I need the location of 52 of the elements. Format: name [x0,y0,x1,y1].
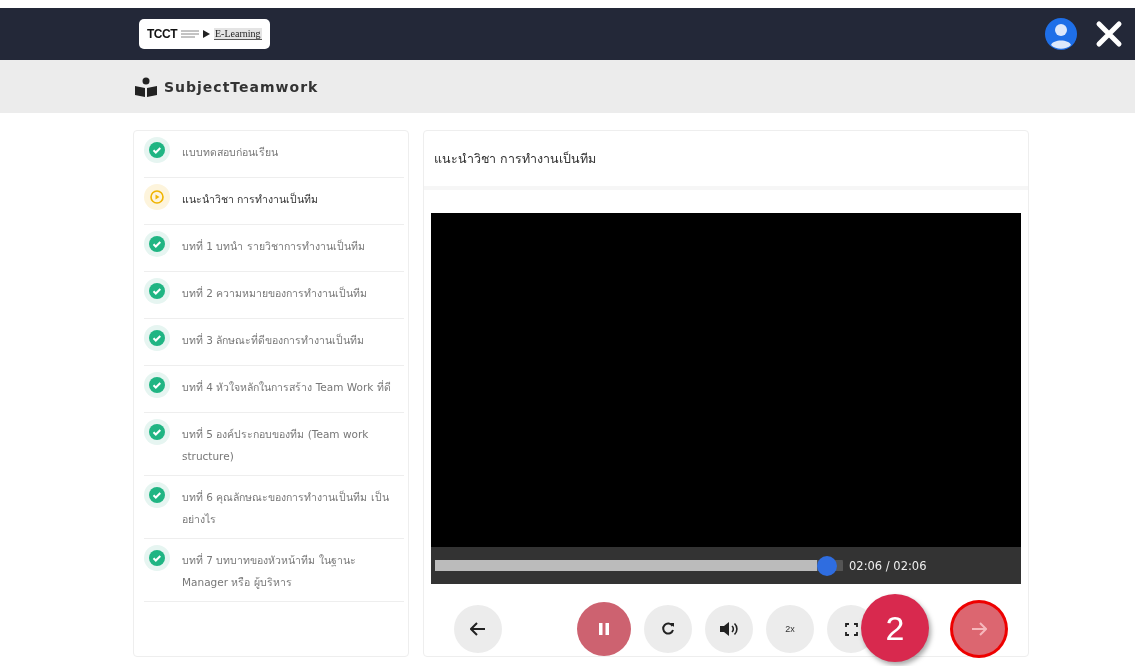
subject-title: SubjectTeamwork [164,78,319,95]
lesson-item[interactable]: บทที่ 7 บทบาทของหัวหน้าทีม ในฐานะ Manager หรือ ผู้บริหาร [144,539,404,602]
check-status-icon [144,137,170,163]
logo-link: E-Learning [214,28,262,40]
check-status-icon [144,419,170,445]
lesson-title: บทที่ 5 องค์ประกอบของทีม (Team work structure) [182,426,370,464]
lesson-item[interactable]: บทที่ 2 ความหมายของการทำงานเป็นทีม [144,272,404,319]
lesson-item[interactable]: แนะนำวิชา การทำงานเป็นทีม [144,178,404,225]
volume-button[interactable] [705,605,753,653]
speaker-icon [719,621,739,637]
progress-handle[interactable] [817,555,838,576]
lesson-title: แบบทดสอบก่อนเรียน [182,145,278,160]
step-number: 2 [885,608,905,648]
lesson-title: บทที่ 7 บทบาทของหัวหน้าทีม ในฐานะ Manager หรือ ผู้บริหาร [182,552,357,591]
logo-text: TCCT [147,27,177,41]
previous-button[interactable] [454,605,502,653]
reader-icon [135,76,157,97]
speed-button[interactable]: 2x [766,605,814,653]
logo[interactable]: TCCT E-Learning [139,19,270,49]
fullscreen-icon [844,622,858,636]
check-status-icon [144,278,170,304]
play-status-icon [144,184,170,210]
lesson-heading: แนะนำวิชา การทำงานเป็นทีม [424,131,1028,190]
next-button[interactable] [953,603,1005,655]
right-arrow-icon [971,622,987,636]
pause-icon [598,622,610,636]
replay-icon [661,622,675,636]
lesson-item[interactable]: บทที่ 5 องค์ประกอบของทีม (Team work structure) [144,413,404,476]
time-display: 02:06 / 02:06 [849,558,927,573]
close-icon[interactable] [1095,20,1123,48]
check-status-icon [144,372,170,398]
check-status-icon [144,545,170,571]
lesson-item[interactable]: บทที่ 1 บทนำ รายวิชาการทำงานเป็นทีม [144,225,404,272]
lesson-title: บทที่ 2 ความหมายของการทำงานเป็นทีม [182,285,368,301]
lesson-item[interactable]: บทที่ 4 หัวใจหลักในการสร้าง Team Work ที่ดี [144,366,404,413]
check-status-icon [144,482,170,508]
pause-button[interactable] [577,602,631,656]
lesson-title: บทที่ 3 ลักษณะที่ดีของการทำงานเป็นทีม [182,332,365,348]
lesson-item[interactable]: บทที่ 6 คุณลักษณะของการทำงานเป็นทีม เป็นอย่างไร [144,476,404,539]
check-status-icon [144,325,170,351]
lesson-title: บทที่ 6 คุณลักษณะของการทำงานเป็นทีม เป็นอย่างไร [182,489,390,527]
replay-button[interactable] [644,605,692,653]
play-arrow-icon [203,30,210,38]
left-arrow-icon [470,622,486,636]
lesson-title: บทที่ 1 บทนำ รายวิชาการทำงานเป็นทีม [182,238,365,254]
check-status-icon [144,231,170,257]
user-avatar-icon[interactable] [1045,18,1077,50]
lesson-title: แนะนำวิชา การทำงานเป็นทีม [182,191,319,207]
lesson-item[interactable]: บทที่ 3 ลักษณะที่ดีของการทำงานเป็นทีม [144,319,404,366]
logo-lines-icon [181,29,199,39]
lesson-item[interactable]: แบบทดสอบก่อนเรียน [144,131,404,178]
lesson-title: บทที่ 4 หัวใจหลักในการสร้าง Team Work ที่ดี [182,379,391,395]
